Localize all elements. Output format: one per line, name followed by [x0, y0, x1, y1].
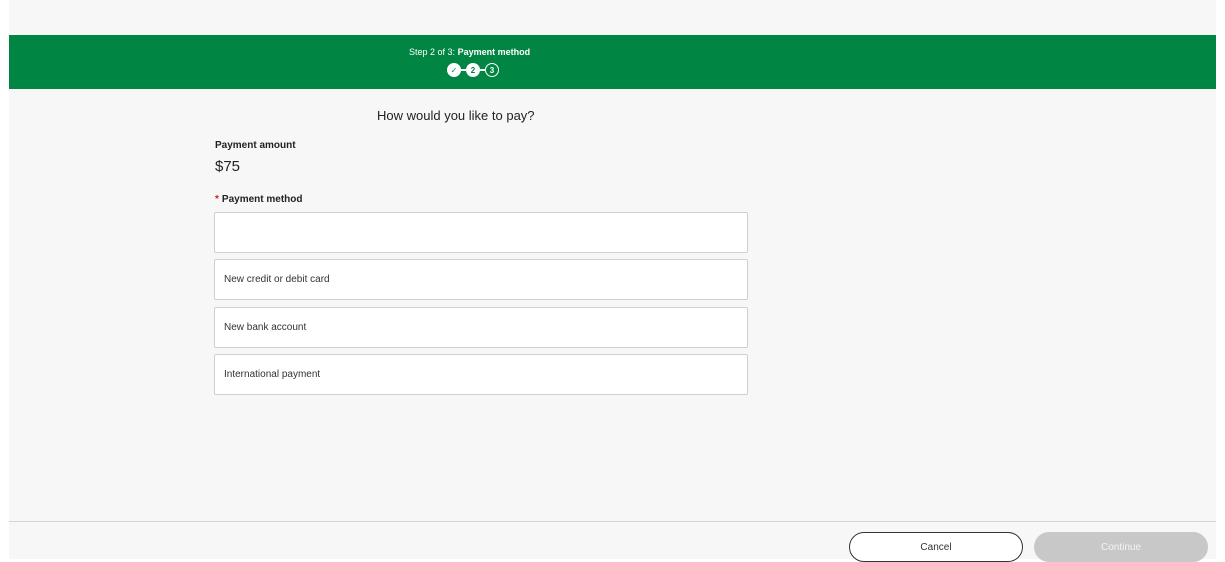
payment-option-blank[interactable] — [214, 212, 748, 253]
payment-method-label: * Payment method — [215, 194, 302, 205]
payment-option-label: International payment — [224, 369, 321, 380]
checkmark-icon: ✓ — [447, 63, 461, 77]
progress-header: Step 2 of 3: Payment method ✓ 2 3 — [9, 35, 1216, 89]
cancel-button[interactable]: Cancel — [849, 532, 1023, 562]
step-label: Step 2 of 3: Payment method — [409, 47, 530, 58]
footer-bar: Cancel Continue — [9, 522, 1216, 562]
main-content: How would you like to pay? Payment amoun… — [9, 89, 1216, 521]
payment-option-label: New bank account — [224, 322, 307, 333]
step-name: Payment method — [457, 47, 531, 57]
payment-option-credit-debit-card[interactable]: New credit or debit card — [214, 259, 748, 300]
payment-option-international[interactable]: International payment — [214, 354, 748, 395]
step-2-current: 2 — [466, 63, 480, 77]
payment-option-bank-account[interactable]: New bank account — [214, 307, 748, 348]
continue-button[interactable]: Continue — [1034, 532, 1208, 562]
step-prefix: Step 2 of 3: — [409, 47, 456, 57]
step-indicator: ✓ 2 3 — [447, 63, 499, 77]
top-strip — [9, 0, 1216, 35]
payment-option-label: New credit or debit card — [224, 274, 330, 285]
step-3-upcoming: 3 — [485, 63, 499, 77]
page-frame: Step 2 of 3: Payment method ✓ 2 3 How wo… — [9, 0, 1216, 562]
payment-amount-value: $75 — [215, 158, 241, 175]
payment-method-label-text: Payment method — [221, 194, 303, 205]
page-title: How would you like to pay? — [377, 108, 535, 123]
payment-amount-label: Payment amount — [215, 140, 296, 151]
required-mark: * — [215, 194, 219, 205]
